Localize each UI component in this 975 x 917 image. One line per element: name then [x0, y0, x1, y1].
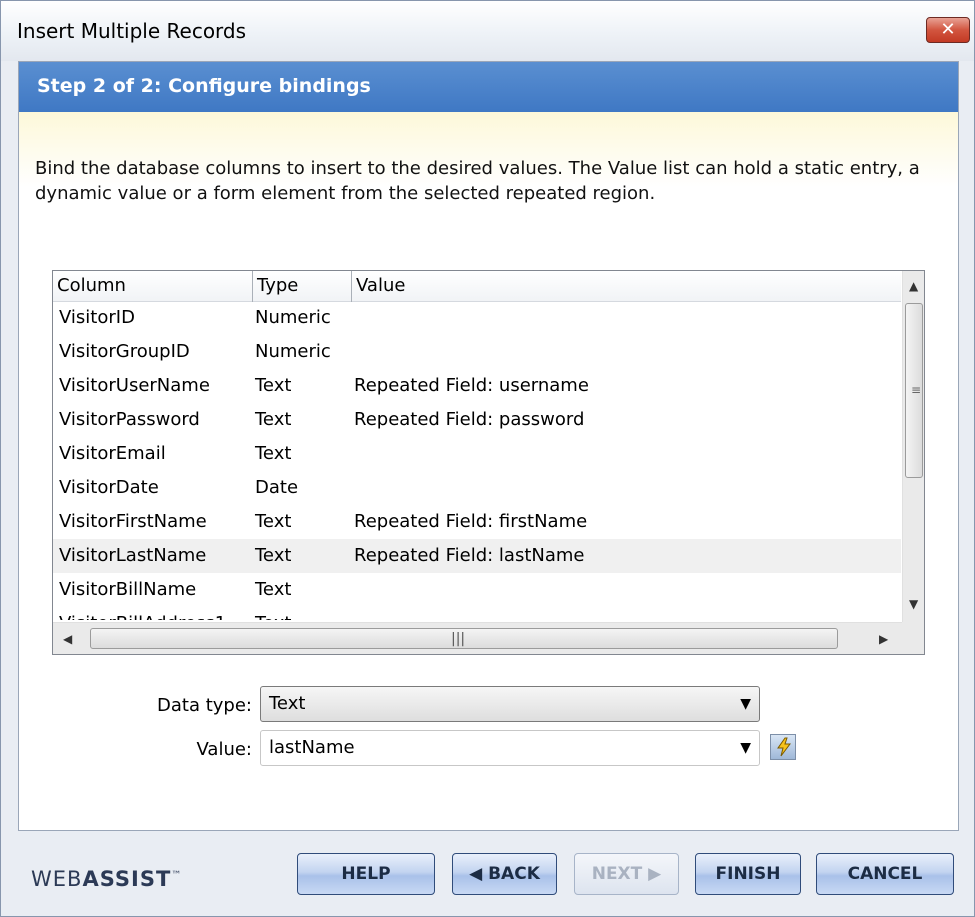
- column-cell: VisitorBillName: [59, 579, 197, 600]
- type-cell: Numeric: [255, 341, 331, 362]
- column-cell: VisitorGroupID: [59, 341, 190, 362]
- column-cell: VisitorDate: [59, 477, 159, 498]
- table-row[interactable]: VisitorGroupID Numeric: [53, 335, 901, 369]
- column-header-type[interactable]: Type: [253, 271, 352, 302]
- column-cell: VisitorID: [59, 307, 135, 328]
- column-cell: VisitorPassword: [59, 409, 200, 430]
- scroll-left-icon[interactable]: ◀: [63, 632, 72, 646]
- table-row[interactable]: VisitorBillAddress1 Text: [53, 607, 901, 620]
- back-button[interactable]: ◀ BACK: [452, 853, 557, 895]
- type-cell: Date: [255, 477, 299, 498]
- column-header-value[interactable]: Value: [352, 271, 901, 302]
- type-cell: Text: [255, 545, 292, 566]
- scroll-down-icon[interactable]: ▼: [909, 597, 918, 611]
- table-body: VisitorID Numeric VisitorGroupID Numeric Vis…: [53, 302, 901, 620]
- scroll-up-icon[interactable]: ▲: [909, 279, 918, 293]
- scroll-right-icon[interactable]: ▶: [879, 632, 888, 646]
- type-cell: Numeric: [255, 307, 331, 328]
- horizontal-scroll-thumb[interactable]: |||: [90, 628, 838, 649]
- grip-icon: |||: [451, 631, 466, 647]
- table-row[interactable]: VisitorPassword Text Repeated Field: passw…: [53, 403, 901, 437]
- table-header: Column Type Value: [53, 271, 901, 302]
- close-icon: ✕: [940, 19, 956, 40]
- table-row[interactable]: VisitorID Numeric: [53, 302, 901, 335]
- type-cell: Text: [255, 511, 292, 532]
- vertical-scrollbar[interactable]: ▲ ≡ ▼: [902, 271, 924, 622]
- type-cell: Text: [255, 443, 292, 464]
- chevron-down-icon: ▼: [740, 696, 751, 712]
- value-cell: Repeated Field: username: [354, 375, 589, 396]
- scroll-corner: [902, 622, 924, 654]
- value-cell: Repeated Field: password: [354, 409, 585, 430]
- value-combobox[interactable]: lastName ▼: [260, 730, 760, 766]
- horizontal-scrollbar[interactable]: ◀ ||| ▶: [53, 622, 902, 654]
- table-row[interactable]: VisitorLastName Text Repeated Field: lastN…: [53, 539, 901, 573]
- close-button[interactable]: ✕: [926, 17, 970, 43]
- data-type-value: Text: [269, 693, 306, 714]
- table-row[interactable]: VisitorBillName Text: [53, 573, 901, 607]
- window-title: Insert Multiple Records: [17, 19, 247, 43]
- table-row[interactable]: VisitorFirstName Text Repeated Field: firs…: [53, 505, 901, 539]
- table-row[interactable]: VisitorDate Date: [53, 471, 901, 505]
- column-cell: VisitorEmail: [59, 443, 166, 464]
- dialog-window: Insert Multiple Records ✕ Step 2 of 2: C…: [0, 0, 975, 917]
- bindings-table[interactable]: Column Type Value VisitorID Numeric Visito…: [52, 270, 925, 655]
- webassist-logo: WEBASSIST™: [31, 867, 183, 891]
- lightning-bolt-icon: [777, 737, 791, 757]
- dynamic-value-button[interactable]: [770, 734, 796, 760]
- value-label: Value:: [196, 739, 253, 760]
- column-cell: VisitorUserName: [59, 375, 210, 396]
- next-button[interactable]: NEXT ▶: [574, 853, 679, 895]
- wizard-panel: Step 2 of 2: Configure bindings Bind the…: [18, 61, 959, 831]
- instructions-text: Bind the database columns to insert to t…: [35, 158, 920, 204]
- step-title: Step 2 of 2: Configure bindings: [37, 75, 371, 97]
- data-type-select[interactable]: Text ▼: [260, 686, 760, 722]
- type-cell: Text: [255, 409, 292, 430]
- table-row[interactable]: VisitorEmail Text: [53, 437, 901, 471]
- dialog-footer: WEBASSIST™ HELP ◀ BACK NEXT ▶ FINISH CAN…: [1, 831, 974, 916]
- data-type-label: Data type:: [157, 695, 252, 716]
- wizard-content: Bind the database columns to insert to t…: [19, 112, 958, 830]
- title-bar: Insert Multiple Records ✕: [1, 1, 974, 61]
- value-input[interactable]: lastName: [269, 737, 355, 758]
- column-header-column[interactable]: Column: [53, 271, 253, 302]
- help-button[interactable]: HELP: [297, 853, 435, 895]
- value-cell: Repeated Field: lastName: [354, 545, 585, 566]
- grip-icon: ≡: [911, 383, 922, 397]
- type-cell: Text: [255, 375, 292, 396]
- step-header: Step 2 of 2: Configure bindings: [19, 62, 958, 112]
- chevron-down-icon[interactable]: ▼: [740, 731, 751, 765]
- type-cell: Text: [255, 579, 292, 600]
- vertical-scroll-thumb[interactable]: ≡: [905, 303, 923, 478]
- table-row[interactable]: VisitorUserName Text Repeated Field: usern…: [53, 369, 901, 403]
- column-cell: VisitorBillAddress1: [59, 607, 226, 620]
- cancel-button[interactable]: CANCEL: [816, 853, 954, 895]
- column-cell: VisitorLastName: [59, 545, 207, 566]
- finish-button[interactable]: FINISH: [695, 853, 801, 895]
- column-cell: VisitorFirstName: [59, 511, 207, 532]
- value-cell: Repeated Field: firstName: [354, 511, 588, 532]
- type-cell: Text: [255, 607, 291, 620]
